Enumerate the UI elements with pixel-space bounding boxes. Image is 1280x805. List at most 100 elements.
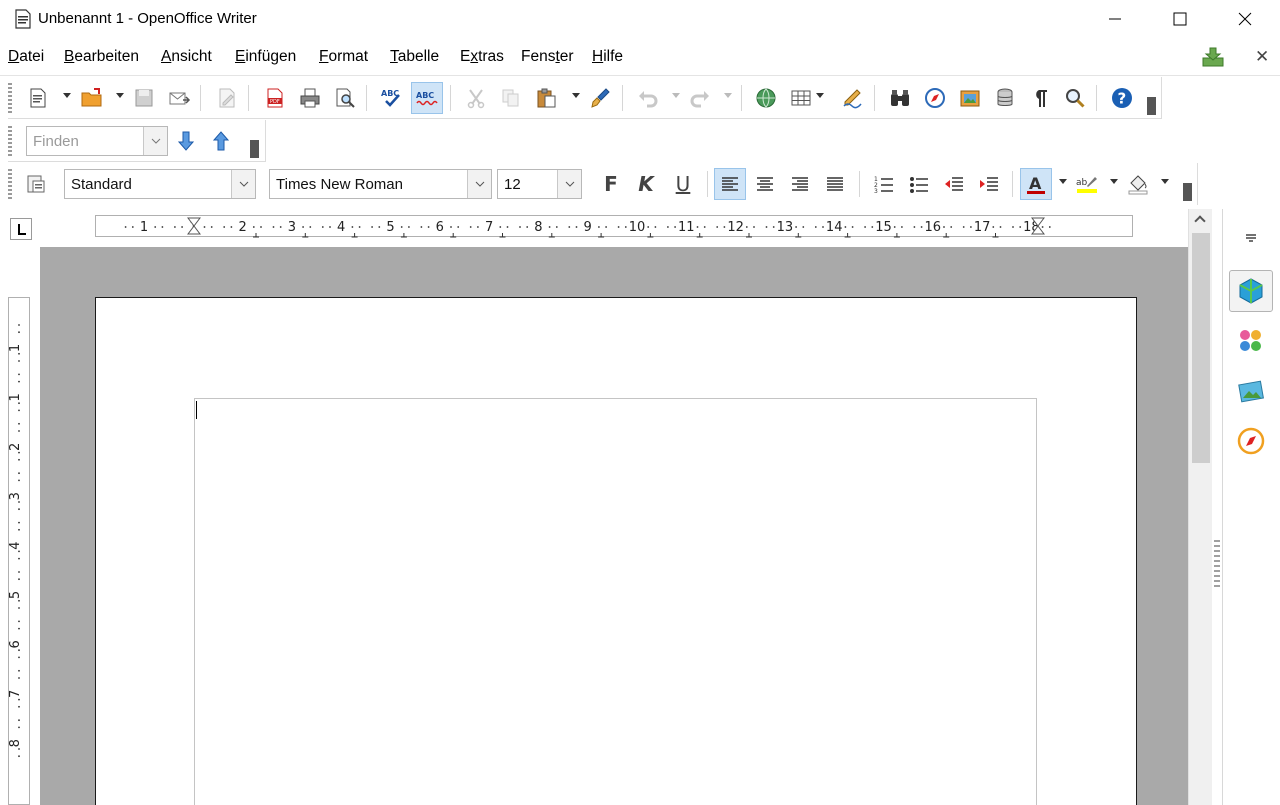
toolbar-grip[interactable] <box>8 126 12 156</box>
increase-indent-button[interactable] <box>973 168 1005 200</box>
menu-einfuegen[interactable]: Einfügen <box>235 48 296 66</box>
menu-datei[interactable]: Datei <box>8 48 44 66</box>
find-toolbar-more-button[interactable] <box>250 140 259 158</box>
horizontal-ruler[interactable]: 1123456789101112131415161718 <box>40 209 1188 247</box>
sidebar-gallery-button[interactable] <box>1229 370 1273 412</box>
print-button[interactable] <box>294 82 326 114</box>
styles-formatting-button[interactable] <box>20 168 52 200</box>
ruler-tick <box>18 479 20 482</box>
decrease-indent-button[interactable] <box>938 168 970 200</box>
numbering-button[interactable]: 123 <box>868 168 900 200</box>
find-input[interactable]: Finden <box>26 126 168 156</box>
zoom-button[interactable] <box>1059 82 1091 114</box>
background-color-dropdown[interactable] <box>1161 179 1169 184</box>
font-name-select[interactable]: Times New Roman <box>269 169 492 199</box>
help-button[interactable]: ? <box>1106 82 1138 114</box>
title-bar: Unbenannt 1 - OpenOffice Writer <box>0 0 1280 38</box>
sidebar-menu-button[interactable] <box>1229 217 1273 259</box>
document-canvas[interactable] <box>40 247 1188 805</box>
open-dropdown[interactable] <box>116 93 124 98</box>
redo-dropdown[interactable] <box>724 93 732 98</box>
redo-button[interactable] <box>684 82 716 114</box>
paragraph-style-dropdown[interactable] <box>231 170 255 198</box>
copy-button[interactable] <box>495 82 527 114</box>
email-button[interactable] <box>163 82 195 114</box>
save-button[interactable] <box>128 82 160 114</box>
update-available-icon[interactable] <box>1201 46 1225 68</box>
ruler-tick <box>420 226 423 228</box>
justify-button[interactable] <box>819 168 851 200</box>
window-title: Unbenannt 1 - OpenOffice Writer <box>38 10 257 27</box>
close-button[interactable] <box>1222 0 1268 38</box>
paste-button[interactable] <box>530 82 562 114</box>
font-size-select[interactable]: 12 <box>497 169 582 199</box>
minimize-button[interactable] <box>1092 0 1138 38</box>
background-color-button[interactable] <box>1122 168 1154 200</box>
export-pdf-button[interactable]: PDF <box>259 82 291 114</box>
menu-format[interactable]: Format <box>319 48 368 66</box>
menu-bearbeiten[interactable]: Bearbeiten <box>64 48 139 66</box>
text-boundary[interactable] <box>194 398 1037 805</box>
find-next-button[interactable] <box>170 125 202 157</box>
scrollbar-thumb[interactable] <box>1192 233 1210 463</box>
find-previous-button[interactable] <box>205 125 237 157</box>
toolbar-more-button[interactable] <box>1147 97 1156 115</box>
spellcheck-button[interactable]: ABC <box>376 82 408 114</box>
paste-dropdown[interactable] <box>572 93 580 98</box>
autospellcheck-button[interactable]: ABC <box>411 82 443 114</box>
gallery-button[interactable] <box>954 82 986 114</box>
undo-button[interactable] <box>632 82 664 114</box>
undo-dropdown[interactable] <box>672 93 680 98</box>
navigator-button[interactable] <box>919 82 951 114</box>
find-replace-button[interactable] <box>884 82 916 114</box>
ruler-label: 3 <box>9 492 23 500</box>
menu-extras[interactable]: Extras <box>460 48 504 66</box>
maximize-button[interactable] <box>1157 0 1203 38</box>
find-history-dropdown[interactable] <box>143 127 167 155</box>
formatting-toolbar-more-button[interactable] <box>1183 183 1192 201</box>
formatting-marks-button[interactable] <box>1024 82 1056 114</box>
scroll-up-arrow[interactable] <box>1194 215 1206 227</box>
cut-button[interactable] <box>460 82 492 114</box>
clone-formatting-button[interactable] <box>584 82 616 114</box>
print-preview-button[interactable] <box>329 82 361 114</box>
draw-functions-button[interactable] <box>837 82 869 114</box>
menu-hilfe[interactable]: Hilfe <box>592 48 623 66</box>
italic-button[interactable]: K <box>630 168 662 200</box>
hyperlink-button[interactable] <box>750 82 782 114</box>
font-size-dropdown[interactable] <box>557 170 581 198</box>
toolbar-grip[interactable] <box>8 83 12 113</box>
tab-stop-selector[interactable] <box>10 218 32 240</box>
menu-ansicht[interactable]: Ansicht <box>161 48 212 66</box>
edit-mode-button[interactable] <box>211 82 243 114</box>
underline-button[interactable]: U <box>667 168 699 200</box>
close-document-button[interactable]: ✕ <box>1255 47 1269 67</box>
menu-tabelle[interactable]: Tabelle <box>390 48 439 66</box>
open-button[interactable] <box>76 82 108 114</box>
bullets-button[interactable] <box>903 168 935 200</box>
sidebar-properties-button[interactable] <box>1229 270 1273 312</box>
table-button[interactable] <box>785 82 817 114</box>
table-dropdown[interactable] <box>816 93 824 98</box>
bold-button[interactable]: F <box>595 168 627 200</box>
align-right-button[interactable] <box>784 168 816 200</box>
paragraph-style-select[interactable]: Standard <box>64 169 256 199</box>
vertical-ruler[interactable]: 1 1 2 3 4 5 6 7 8 <box>0 247 40 805</box>
sidebar-splitter-handle[interactable] <box>1214 540 1220 588</box>
sidebar-styles-button[interactable] <box>1229 320 1273 362</box>
sidebar-navigator-button[interactable] <box>1229 420 1273 462</box>
highlighting-button[interactable]: ab <box>1071 168 1103 200</box>
align-left-button[interactable] <box>714 168 746 200</box>
menu-fenster[interactable]: Fenster <box>521 48 574 66</box>
font-color-button[interactable]: A <box>1020 168 1052 200</box>
document-page[interactable] <box>95 297 1137 805</box>
new-document-button[interactable] <box>22 82 54 114</box>
font-color-dropdown[interactable] <box>1059 179 1067 184</box>
highlighting-dropdown[interactable] <box>1110 179 1118 184</box>
vertical-scrollbar[interactable] <box>1188 209 1212 805</box>
font-name-dropdown[interactable] <box>467 170 491 198</box>
data-sources-button[interactable] <box>989 82 1021 114</box>
new-document-dropdown[interactable] <box>63 93 71 98</box>
align-center-button[interactable] <box>749 168 781 200</box>
toolbar-grip[interactable] <box>8 169 12 199</box>
